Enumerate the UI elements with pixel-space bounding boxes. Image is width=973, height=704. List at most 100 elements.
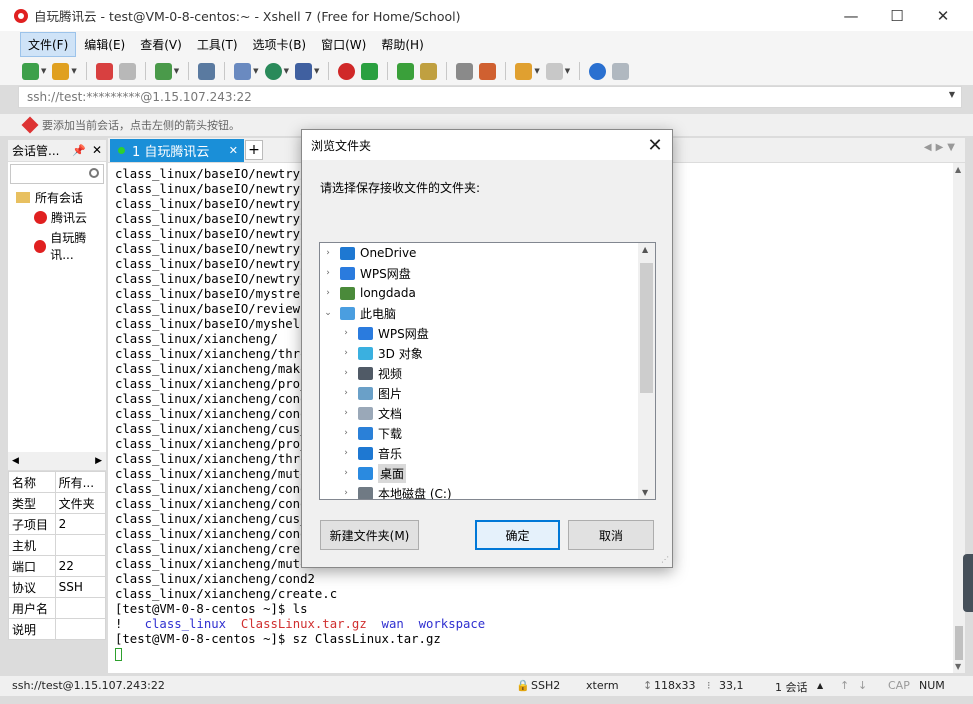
- chevron-down-icon[interactable]: ▼: [71, 67, 76, 75]
- chevron-right-icon[interactable]: ›: [340, 348, 352, 358]
- folder-tree-item[interactable]: › 文档: [320, 403, 636, 423]
- address-bar[interactable]: ssh://test:*********@1.15.107.243:22 ▼: [18, 86, 962, 108]
- chevron-right-icon[interactable]: ›: [322, 268, 334, 278]
- chevron-down-icon[interactable]: ▼: [253, 67, 258, 75]
- status-position: 33,1: [719, 679, 744, 692]
- close-icon[interactable]: ✕: [92, 143, 102, 157]
- properties-icon[interactable]: [154, 62, 172, 80]
- add-tab-button[interactable]: +: [245, 140, 263, 160]
- scroll-thumb[interactable]: [640, 263, 653, 393]
- xshell-icon[interactable]: [338, 62, 356, 80]
- folder-tree-scrollbar[interactable]: ▲ ▼: [638, 243, 655, 499]
- folder-tree-item[interactable]: › 音乐: [320, 443, 636, 463]
- tab-session[interactable]: 1 自玩腾讯云 ✕: [110, 139, 244, 162]
- folder-tree-item[interactable]: › 视频: [320, 363, 636, 383]
- help-icon[interactable]: [589, 62, 607, 80]
- search-icon[interactable]: [89, 168, 99, 178]
- scroll-thumb[interactable]: [955, 626, 963, 660]
- chevron-up-icon[interactable]: ▲: [817, 681, 823, 690]
- dialog-close-button[interactable]: ✕: [644, 134, 666, 156]
- scroll-left-icon[interactable]: ◀: [12, 456, 19, 466]
- cancel-button[interactable]: 取消: [568, 520, 654, 550]
- scroll-down-icon[interactable]: ▼: [642, 488, 648, 497]
- find-icon[interactable]: [198, 62, 216, 80]
- chevron-down-icon[interactable]: ▼: [949, 90, 955, 99]
- font-icon[interactable]: [294, 62, 312, 80]
- chevron-right-icon[interactable]: ›: [322, 288, 334, 298]
- folder-tree-item[interactable]: › WPS网盘: [320, 263, 636, 283]
- close-tab-icon[interactable]: ✕: [229, 144, 238, 157]
- chevron-right-icon[interactable]: ›: [340, 328, 352, 338]
- arrow-up-icon[interactable]: ↑: [840, 679, 849, 692]
- new-folder-button[interactable]: 新建文件夹(M): [320, 520, 419, 550]
- chevron-right-icon[interactable]: ›: [340, 428, 352, 438]
- chevron-right-icon[interactable]: ›: [340, 368, 352, 378]
- folder-tree-item[interactable]: › 下载: [320, 423, 636, 443]
- scroll-up-icon[interactable]: ▲: [642, 245, 648, 254]
- folder-tree-item[interactable]: › 3D 对象: [320, 343, 636, 363]
- folder-tree-item[interactable]: › 桌面: [320, 463, 636, 483]
- reconnect-icon[interactable]: [95, 62, 113, 80]
- new-session-icon[interactable]: [22, 62, 39, 80]
- transfer-icon[interactable]: [234, 62, 252, 80]
- xftp-icon[interactable]: [361, 62, 379, 80]
- fullscreen-icon[interactable]: [397, 62, 415, 80]
- lock-icon[interactable]: [420, 62, 438, 80]
- session-search-input[interactable]: [10, 164, 104, 184]
- folder-tree-item[interactable]: › longdada: [320, 283, 636, 303]
- chevron-right-icon[interactable]: ›: [340, 388, 352, 398]
- chat-icon[interactable]: [612, 62, 630, 80]
- chevron-right-icon[interactable]: ›: [340, 448, 352, 458]
- minimize-button[interactable]: —: [828, 0, 874, 31]
- folder-tree[interactable]: › OneDrive › WPS网盘 › longdada ⌄ 此电脑 › WPS网盘 › 3D 对象…: [319, 242, 656, 500]
- chevron-right-icon[interactable]: ›: [340, 408, 352, 418]
- menu-tools[interactable]: 工具(T): [190, 33, 245, 56]
- status-sessions[interactable]: 1 会话: [775, 679, 808, 695]
- menu-edit[interactable]: 编辑(E): [77, 33, 132, 56]
- menu-file[interactable]: 文件(F): [20, 31, 77, 57]
- session-scrollbar[interactable]: ◀ ▶: [8, 452, 106, 470]
- chevron-right-icon[interactable]: ›: [340, 468, 352, 478]
- session-tree-root[interactable]: 所有会话: [16, 189, 83, 206]
- tab-navigation-icons[interactable]: ◀▶▼: [924, 142, 959, 153]
- chevron-down-icon[interactable]: ⌄: [322, 308, 334, 318]
- table-row: 类型 文件夹: [8, 492, 107, 514]
- menu-tab[interactable]: 选项卡(B): [246, 33, 314, 56]
- folder-tree-item[interactable]: › 本地磁盘 (C:): [320, 483, 636, 499]
- arrow-down-icon[interactable]: ↓: [858, 679, 867, 692]
- highlight-icon[interactable]: [479, 62, 497, 80]
- side-widget[interactable]: [963, 554, 973, 612]
- session-item-tencent-self[interactable]: 自玩腾讯...: [34, 229, 106, 263]
- chevron-down-icon[interactable]: ▼: [41, 67, 46, 75]
- menu-window[interactable]: 窗口(W): [314, 33, 373, 56]
- open-folder-icon[interactable]: [52, 62, 70, 80]
- close-button[interactable]: ✕: [920, 0, 966, 31]
- scroll-up-icon[interactable]: ▲: [955, 165, 961, 174]
- layout-icon[interactable]: [545, 62, 563, 80]
- chevron-down-icon[interactable]: ▼: [565, 67, 570, 75]
- scroll-down-icon[interactable]: ▼: [955, 662, 961, 671]
- pin-icon[interactable]: 📌: [72, 144, 86, 157]
- chevron-down-icon[interactable]: ▼: [314, 67, 319, 75]
- maximize-button[interactable]: ☐: [874, 0, 920, 31]
- folder-tree-item[interactable]: › WPS网盘: [320, 323, 636, 343]
- chevron-down-icon[interactable]: ▼: [534, 67, 539, 75]
- disconnect-icon[interactable]: [118, 62, 136, 80]
- ok-button[interactable]: 确定: [475, 520, 560, 550]
- session-item-tencent[interactable]: 腾讯云: [34, 209, 87, 226]
- folder-tree-item[interactable]: › OneDrive: [320, 243, 636, 263]
- chevron-right-icon[interactable]: ›: [340, 488, 352, 498]
- chevron-right-icon[interactable]: ›: [322, 248, 334, 258]
- chevron-down-icon[interactable]: ▼: [174, 67, 179, 75]
- keyboard-icon[interactable]: [456, 62, 474, 80]
- folder-tree-item[interactable]: › 图片: [320, 383, 636, 403]
- chevron-down-icon[interactable]: ▼: [284, 67, 289, 75]
- scroll-right-icon[interactable]: ▶: [95, 456, 102, 466]
- add-folder-icon[interactable]: [515, 62, 533, 80]
- globe-icon[interactable]: [264, 62, 282, 80]
- bookmark-icon[interactable]: [21, 116, 39, 134]
- menu-view[interactable]: 查看(V): [133, 33, 189, 56]
- resize-grip-icon[interactable]: ⋰: [661, 555, 669, 564]
- folder-tree-item[interactable]: ⌄ 此电脑: [320, 303, 636, 323]
- menu-help[interactable]: 帮助(H): [374, 33, 430, 56]
